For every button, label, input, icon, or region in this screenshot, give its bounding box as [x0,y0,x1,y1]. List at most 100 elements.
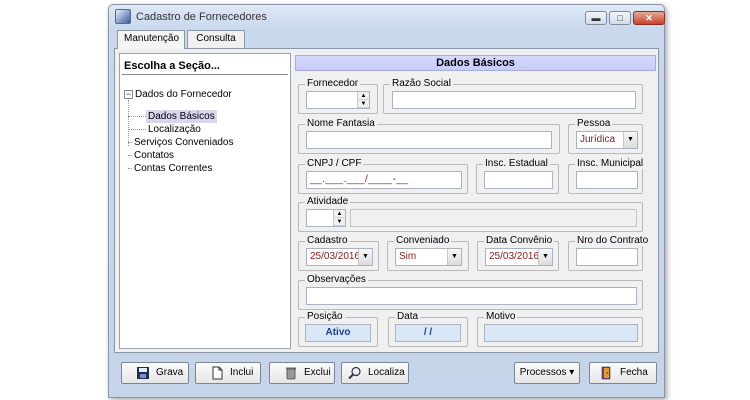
data-convenio-group: Data Convênio 25/03/2016 ▼ [477,235,559,271]
spin-down-icon[interactable]: ▼ [334,218,345,226]
data-convenio-label: Data Convênio [484,235,555,246]
tree-item-localizacao[interactable]: Localização [148,123,201,136]
close-button[interactable]: ✕ [633,11,665,25]
razao-social-input[interactable] [392,91,636,109]
atividade-group: Atividade ▲ ▼ [298,196,643,232]
conveniado-group: Conveniado Sim ▼ [387,235,469,271]
conveniado-label: Conveniado [394,235,452,246]
observacoes-label: Observações [305,274,368,285]
tree-item-contas-correntes[interactable]: Contas Correntes [134,162,212,175]
atividade-label: Atividade [305,196,351,207]
client-area: Escolha a Seção... − Dados do Fornecedor… [114,48,659,353]
processos-menu-button[interactable]: Processos ▾ [514,362,580,384]
tree-item-dados-basicos[interactable]: Dados Básicos [146,110,217,123]
cadastro-label: Cadastro [305,235,350,246]
posicao-field: Ativo [305,324,371,342]
tree-item-dados-fornecedor[interactable]: Dados do Fornecedor [135,88,232,101]
exit-door-icon [601,366,611,380]
insc-estadual-input[interactable] [484,171,553,189]
data-convenio-value: 25/03/2016 [489,251,540,262]
posicao-label: Posição [305,311,345,322]
data-value: / / [423,327,433,338]
nome-fantasia-input[interactable] [306,131,552,149]
nro-contrato-input[interactable] [576,248,638,266]
chevron-down-icon[interactable]: ▼ [623,132,637,148]
tree-connector [128,142,132,143]
tree-title: Escolha a Seção... [124,60,220,72]
cnpj-input[interactable]: __.___.___/____-__ [306,171,462,189]
tree-connector [128,168,132,169]
nro-contrato-group: Nro do Contrato [568,235,651,271]
chevron-down-icon[interactable]: ▼ [447,249,461,265]
section-header: Dados Básicos [295,55,656,71]
search-icon [348,366,361,380]
processos-label: Processos ▾ [519,367,575,378]
posicao-group: Posição Ativo [298,311,378,347]
main-window: Cadastro de Fornecedores ▬ □ ✕ Manutençã… [108,4,665,398]
observacoes-input[interactable] [306,287,637,305]
grava-label: Grava [156,367,184,378]
conveniado-select[interactable]: Sim ▼ [395,248,462,266]
pessoa-group: Pessoa Jurídica ▼ [568,118,643,154]
tree-connector [128,100,129,146]
tree-connector [128,129,146,130]
nome-fantasia-label: Nome Fantasia [305,118,377,129]
tree-item-servicos-conveniados[interactable]: Serviços Conveniados [134,136,234,149]
pessoa-label: Pessoa [575,118,613,129]
posicao-value: Ativo [325,327,351,338]
title-bar[interactable]: Cadastro de Fornecedores ▬ □ ✕ [109,5,665,29]
cadastro-value: 25/03/2016 [310,251,361,262]
conveniado-value: Sim [399,251,417,262]
insc-municipal-label: Insc. Municipal [575,158,646,169]
data-group: Data / / [388,311,468,347]
insc-estadual-label: Insc. Estadual [483,158,550,169]
save-icon [137,367,149,379]
motivo-field [484,324,638,342]
section-tree: Escolha a Seção... − Dados do Fornecedor… [119,53,291,349]
insc-municipal-group: Insc. Municipal [568,158,646,194]
cadastro-date-picker[interactable]: 25/03/2016 ▼ [306,248,373,266]
window-title: Cadastro de Fornecedores [136,11,267,23]
tab-consulta[interactable]: Consulta [187,30,245,48]
tree-divider [122,74,288,75]
localiza-button[interactable]: Localiza [341,362,409,384]
razao-social-group: Razão Social [383,78,643,114]
cnpj-label: CNPJ / CPF [305,158,364,169]
grava-button[interactable]: Grava [121,362,189,384]
exclui-label: Exclui [304,367,331,378]
minimize-button[interactable]: ▬ [585,11,607,25]
cnpj-mask: __.___.___/____-__ [310,174,409,185]
pessoa-select[interactable]: Jurídica ▼ [576,131,638,149]
maximize-button[interactable]: □ [609,11,631,25]
tree-connector [128,116,146,117]
spin-down-icon[interactable]: ▼ [358,100,369,108]
tab-manutencao[interactable]: Manutenção [117,30,185,49]
chevron-down-icon[interactable]: ▼ [358,249,372,265]
fecha-label: Fecha [620,367,648,378]
cadastro-group: Cadastro 25/03/2016 ▼ [298,235,379,271]
atividade-description [350,209,637,227]
fornecedor-label: Fornecedor [305,78,361,89]
razao-social-label: Razão Social [390,78,453,89]
atividade-spinner[interactable]: ▲ ▼ [333,210,345,226]
motivo-label: Motivo [484,311,518,322]
observacoes-group: Observações [298,274,643,310]
inclui-button[interactable]: Inclui [195,362,261,384]
spin-up-icon[interactable]: ▲ [358,92,369,100]
tree-item-contatos[interactable]: Contatos [134,149,174,162]
pessoa-value: Jurídica [580,134,616,145]
chevron-down-icon[interactable]: ▼ [538,249,552,265]
insc-municipal-input[interactable] [576,171,638,189]
data-convenio-date-picker[interactable]: 25/03/2016 ▼ [485,248,553,266]
collapse-icon[interactable]: − [124,90,133,99]
new-document-icon [212,366,223,380]
exclui-button[interactable]: Exclui [269,362,335,384]
fecha-button[interactable]: Fecha [589,362,657,384]
data-field: / / [395,324,461,342]
fornecedor-group: Fornecedor ▲ ▼ [298,78,378,114]
spin-up-icon[interactable]: ▲ [334,210,345,218]
tree-connector [128,155,132,156]
motivo-group: Motivo [477,311,643,347]
fornecedor-spinner[interactable]: ▲ ▼ [357,92,369,108]
data-label: Data [395,311,421,322]
